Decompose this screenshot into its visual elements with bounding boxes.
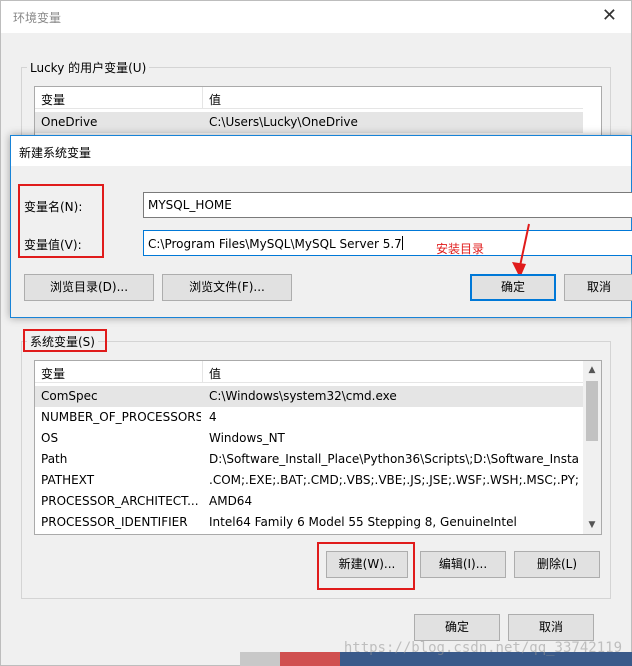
table-row[interactable]: PATHEXT .COM;.EXE;.BAT;.CMD;.VBS;.VBE;.J… <box>35 470 583 491</box>
table-row[interactable]: ComSpec C:\Windows\system32\cmd.exe <box>35 386 583 407</box>
user-vars-header: 变量 值 <box>35 87 583 109</box>
edit-variable-button[interactable]: 编辑(I)... <box>420 551 506 578</box>
install-dir-annotation: 安装目录 <box>436 242 485 256</box>
new-system-variable-dialog: 新建系统变量 变量名(N): 变量值(V): MYSQL_HOME C:\Pro… <box>10 135 632 318</box>
var-name: OneDrive <box>41 115 98 129</box>
ok-button[interactable]: 确定 <box>414 614 500 641</box>
var-value: Windows_NT <box>209 431 285 445</box>
cancel-button[interactable]: 取消 <box>508 614 594 641</box>
scroll-up-icon[interactable]: ▲ <box>583 361 601 379</box>
var-name: Path <box>41 452 68 466</box>
scroll-thumb[interactable] <box>586 381 598 441</box>
table-row[interactable]: OneDrive C:\Users\Lucky\OneDrive <box>35 112 583 133</box>
window-title: 环境变量 <box>13 11 62 25</box>
user-vars-list[interactable]: 变量 值 OneDrive C:\Users\Lucky\OneDrive <box>34 86 602 136</box>
variable-name-input[interactable]: MYSQL_HOME <box>143 192 632 218</box>
variable-value-input[interactable]: C:\Program Files\MySQL\MySQL Server 5.7 <box>143 230 632 256</box>
table-row[interactable]: NUMBER_OF_PROCESSORS 4 <box>35 407 583 428</box>
var-name: PROCESSOR_IDENTIFIER <box>41 515 188 529</box>
col-value-header[interactable]: 值 <box>209 365 221 382</box>
dialog-title-bar: 新建系统变量 <box>11 136 631 166</box>
browse-file-button[interactable]: 浏览文件(F)... <box>162 274 292 301</box>
table-row[interactable]: Path D:\Software_Install_Place\Python36\… <box>35 449 583 470</box>
user-vars-label: Lucky 的用户变量(U) <box>27 59 150 76</box>
dialog-ok-button[interactable]: 确定 <box>470 274 556 301</box>
table-row[interactable]: PROCESSOR_ARCHITECT... AMD64 <box>35 491 583 512</box>
var-name: PATHEXT <box>41 473 95 487</box>
dialog-cancel-button[interactable]: 取消 <box>564 274 632 301</box>
watermark: https://blog.csdn.net/qq_33742119 <box>343 640 622 656</box>
var-name: ComSpec <box>41 389 98 403</box>
variable-value-label: 变量值(V): <box>24 238 82 252</box>
annotation-arrow-icon <box>512 223 530 278</box>
var-name: OS <box>41 431 59 445</box>
sys-vars-header: 变量 值 <box>35 361 583 383</box>
scroll-down-icon[interactable]: ▼ <box>583 516 601 534</box>
col-value-header[interactable]: 值 <box>209 91 221 108</box>
var-value: AMD64 <box>209 494 253 508</box>
variable-name-label: 变量名(N): <box>24 200 83 214</box>
delete-variable-button[interactable]: 删除(L) <box>514 551 600 578</box>
var-value: 4 <box>209 410 217 424</box>
dialog-title: 新建系统变量 <box>19 146 92 160</box>
sys-vars-scrollbar[interactable]: ▲ ▼ <box>583 361 601 534</box>
environment-variables-window: 环境变量 ✕ Lucky 的用户变量(U) 变量 值 OneDrive C:\U… <box>0 0 632 666</box>
browse-directory-button[interactable]: 浏览目录(D)... <box>24 274 154 301</box>
table-row[interactable]: OS Windows_NT <box>35 428 583 449</box>
table-row[interactable]: PROCESSOR_IDENTIFIER Intel64 Family 6 Mo… <box>35 512 583 533</box>
close-icon[interactable]: ✕ <box>602 5 617 26</box>
col-name-header[interactable]: 变量 <box>41 91 65 108</box>
variable-name-value: MYSQL_HOME <box>148 198 232 212</box>
col-name-header[interactable]: 变量 <box>41 365 65 382</box>
var-value: Intel64 Family 6 Model 55 Stepping 8, Ge… <box>209 515 517 529</box>
variable-value-text: C:\Program Files\MySQL\MySQL Server 5.7 <box>148 237 402 251</box>
sys-vars-label: 系统变量(S) <box>27 333 98 350</box>
new-variable-button[interactable]: 新建(W)... <box>326 551 408 578</box>
var-value: C:\Windows\system32\cmd.exe <box>209 389 397 403</box>
var-value: D:\Software_Install_Place\Python36\Scrip… <box>209 452 579 466</box>
var-value: .COM;.EXE;.BAT;.CMD;.VBS;.VBE;.JS;.JSE;.… <box>209 473 579 487</box>
window-title-bar: 环境变量 ✕ <box>1 1 631 33</box>
var-name: NUMBER_OF_PROCESSORS <box>41 410 201 424</box>
text-caret <box>401 236 403 250</box>
sys-vars-list[interactable]: 变量 值 ComSpec C:\Windows\system32\cmd.exe… <box>34 360 602 535</box>
var-name: PROCESSOR_ARCHITECT... <box>41 494 199 508</box>
var-value: C:\Users\Lucky\OneDrive <box>209 115 358 129</box>
